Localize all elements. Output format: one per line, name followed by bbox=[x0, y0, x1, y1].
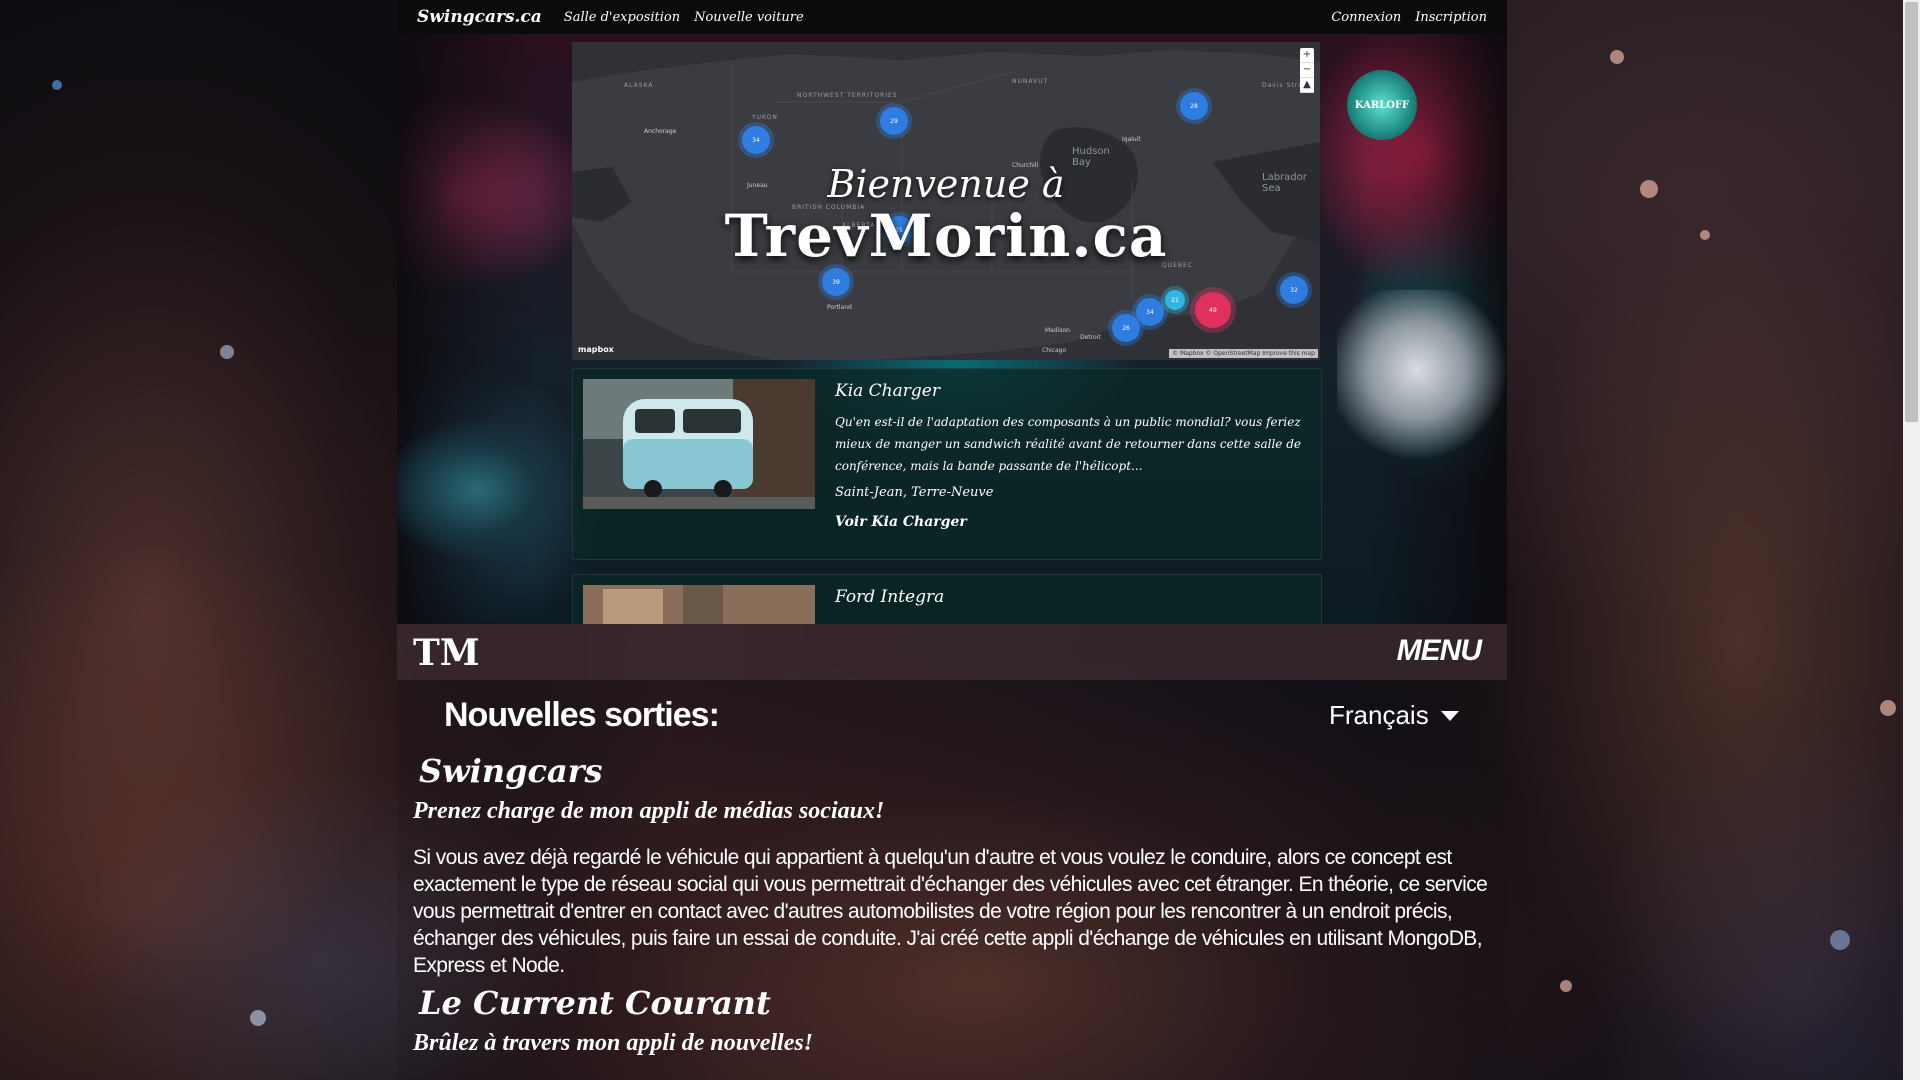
background-speck bbox=[1830, 930, 1850, 950]
page-scrollbar[interactable] bbox=[1903, 0, 1920, 1080]
map-city-portland: Portland bbox=[827, 304, 852, 311]
top-nav: Swingcars.ca Salle d'exposition Nouvelle… bbox=[397, 0, 1507, 34]
map-city-anchorage: Anchorage bbox=[644, 128, 677, 135]
site-frame: KARLOFF Swingcars.ca Salle d'exposition … bbox=[397, 0, 1507, 624]
map-label-alaska: ALASKA bbox=[624, 82, 654, 89]
chevron-down-icon bbox=[1440, 710, 1459, 721]
nav-right: Connexion Inscription bbox=[1317, 10, 1487, 25]
listing-card: Ford Integra bbox=[572, 574, 1322, 624]
background-speck bbox=[1610, 50, 1624, 64]
listing-title[interactable]: Kia Charger bbox=[835, 381, 1305, 401]
map-cluster-marker[interactable]: 34 bbox=[742, 126, 770, 154]
map-city-madison: Madison bbox=[1045, 327, 1070, 334]
view-listing-link[interactable]: Voir Kia Charger bbox=[835, 514, 1305, 530]
background-speck bbox=[1560, 980, 1572, 992]
zoom-out-button[interactable]: − bbox=[1300, 63, 1314, 78]
map-cluster-marker[interactable]: 21 bbox=[1165, 290, 1185, 310]
zoom-in-button[interactable]: + bbox=[1300, 48, 1314, 63]
project-title: Swingcars bbox=[419, 752, 603, 790]
map-cluster-marker[interactable]: 34 bbox=[1136, 298, 1164, 326]
map-label-yukon: YUKON bbox=[752, 114, 778, 121]
map-city-iqaluit: Iqaluit bbox=[1122, 136, 1141, 143]
map[interactable]: ALASKA YUKON NORTHWEST TERRITORIES NUNAV… bbox=[572, 42, 1320, 360]
background-speck bbox=[52, 80, 62, 90]
map-label-nunavut: NUNAVUT bbox=[1012, 78, 1049, 85]
map-cluster-marker[interactable]: 26 bbox=[1112, 314, 1140, 342]
background-speck bbox=[250, 1010, 266, 1026]
portfolio-section: TM MENU Nouvelles sorties: Français Swin… bbox=[397, 624, 1507, 1080]
map-city-detroit: Detroit bbox=[1080, 334, 1101, 341]
nav-link-showroom[interactable]: Salle d'exposition bbox=[564, 10, 680, 25]
compass-button[interactable]: ▲ bbox=[1300, 78, 1314, 93]
map-cluster-marker[interactable]: 39 bbox=[822, 268, 850, 296]
nav-link-new-car[interactable]: Nouvelle voiture bbox=[694, 10, 804, 25]
car-right-image bbox=[1337, 290, 1507, 624]
project-title: Le Current Courant bbox=[419, 984, 771, 1022]
map-cluster-marker[interactable]: 49 bbox=[1195, 292, 1231, 328]
tm-logo[interactable]: TM bbox=[413, 632, 480, 674]
portfolio-header-bar: TM MENU bbox=[397, 624, 1507, 680]
listing-body: Kia Charger Qu'en est-il de l'adaptation… bbox=[835, 379, 1305, 530]
background-speck bbox=[1700, 230, 1710, 240]
brand-link[interactable]: Swingcars.ca bbox=[417, 7, 542, 27]
nav-link-signup[interactable]: Inscription bbox=[1415, 10, 1487, 25]
section-title: Nouvelles sorties: bbox=[444, 696, 720, 734]
map-attribution[interactable]: © Mapbox © OpenStreetMap Improve this ma… bbox=[1169, 349, 1318, 358]
neon-sign: KARLOFF bbox=[1347, 70, 1417, 140]
listing-card: Kia Charger Qu'en est-il de l'adaptation… bbox=[572, 368, 1322, 560]
project-subtitle: Prenez charge de mon appli de médias soc… bbox=[413, 798, 885, 824]
menu-button[interactable]: MENU bbox=[1397, 634, 1482, 668]
background-speck bbox=[1640, 180, 1658, 198]
mapbox-logo[interactable]: mapbox bbox=[578, 345, 614, 354]
background-speck bbox=[220, 345, 234, 359]
map-cluster-marker[interactable]: 32 bbox=[1280, 276, 1308, 304]
background-speck bbox=[1880, 700, 1896, 716]
language-select[interactable]: Français bbox=[1329, 700, 1459, 731]
nav-link-login[interactable]: Connexion bbox=[1331, 10, 1401, 25]
listing-photo bbox=[583, 585, 815, 624]
map-cluster-marker[interactable]: 28 bbox=[1180, 92, 1208, 120]
project-subtitle: Brûlez à travers mon appli de nouvelles! bbox=[413, 1030, 814, 1056]
listing-photo bbox=[583, 379, 815, 509]
listing-location: Saint-Jean, Terre-Neuve bbox=[835, 485, 994, 500]
hero-site-name: TrevMorin.ca bbox=[724, 202, 1168, 270]
listing-description: Qu'en est-il de l'adaptation des composa… bbox=[835, 415, 1301, 473]
page-scroll-thumb[interactable] bbox=[1905, 2, 1918, 422]
listing-body: Ford Integra bbox=[835, 585, 1305, 617]
listing-title[interactable]: Ford Integra bbox=[835, 587, 1305, 607]
project-description: Si vous avez déjà regardé le véhicule qu… bbox=[413, 846, 1488, 977]
map-cluster-marker[interactable]: 29 bbox=[880, 107, 908, 135]
language-label: Français bbox=[1329, 700, 1429, 730]
map-label-nwt: NORTHWEST TERRITORIES bbox=[797, 92, 898, 99]
map-city-chicago: Chicago bbox=[1042, 347, 1067, 354]
hero-welcome: Bienvenue à bbox=[827, 162, 1065, 206]
map-zoom-control: + − ▲ bbox=[1300, 48, 1314, 93]
car-left-image bbox=[397, 360, 572, 624]
